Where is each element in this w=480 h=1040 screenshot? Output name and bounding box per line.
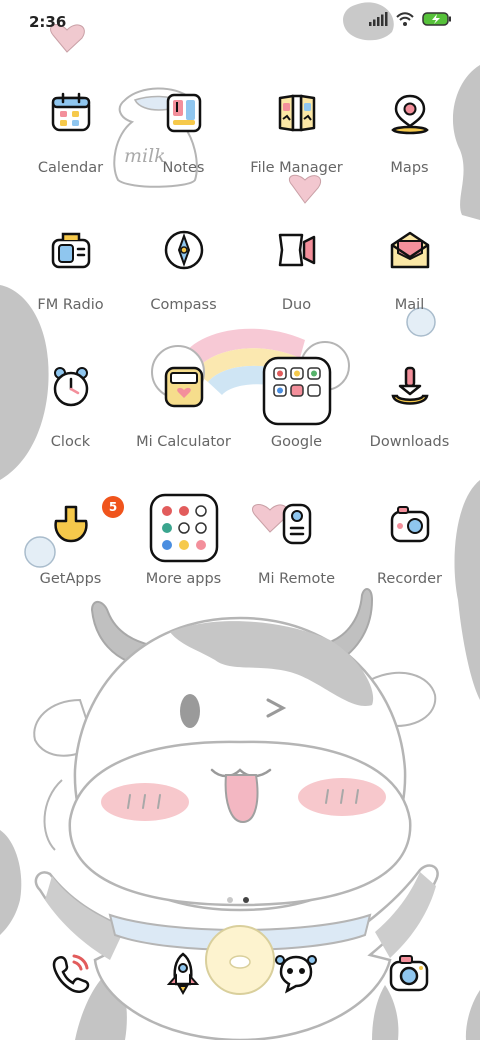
more-apps-folder-icon	[149, 493, 219, 563]
camera-icon	[389, 955, 429, 992]
app-label: Mi Remote	[257, 571, 336, 587]
dock-camera[interactable]	[386, 950, 432, 996]
app-duo[interactable]: Duo	[240, 227, 353, 337]
notification-badge: 5	[102, 496, 124, 518]
app-getapps[interactable]: 5 GetApps	[14, 496, 127, 611]
dock-rocket[interactable]	[160, 950, 206, 996]
google-folder-icon	[262, 356, 332, 426]
app-label: Mi Calculator	[136, 434, 231, 450]
app-label: Recorder	[377, 571, 442, 587]
calculator-icon	[161, 364, 207, 410]
app-calendar[interactable]: Calendar	[14, 90, 127, 200]
dock	[0, 950, 480, 1006]
dock-phone[interactable]	[48, 950, 94, 996]
app-mail[interactable]: Mail	[353, 227, 466, 337]
map-pin-icon	[387, 90, 433, 136]
home-screen: milk 2:36 Calendar Notes File Manager Ma…	[0, 0, 480, 1040]
app-label: Compass	[150, 297, 217, 313]
battery-charging-icon	[422, 12, 452, 31]
remote-icon	[274, 501, 320, 547]
getapps-icon	[48, 501, 94, 547]
page-indicator[interactable]	[227, 897, 249, 903]
app-label: Downloads	[369, 434, 450, 450]
app-recorder[interactable]: Recorder	[353, 501, 466, 611]
status-bar: 2:36	[0, 0, 480, 44]
app-label: More apps	[145, 571, 222, 587]
app-maps[interactable]: Maps	[353, 90, 466, 200]
app-google-folder[interactable]: Google	[240, 356, 353, 474]
app-fm-radio[interactable]: FM Radio	[14, 227, 127, 337]
app-label: Clock	[50, 434, 91, 450]
dock-messages[interactable]	[273, 950, 319, 996]
app-label: Notes	[162, 160, 205, 176]
app-clock[interactable]: Clock	[14, 364, 127, 474]
app-mi-remote[interactable]: Mi Remote	[240, 501, 353, 611]
rocket-icon	[166, 952, 200, 996]
app-downloads[interactable]: Downloads	[353, 364, 466, 474]
app-mi-calculator[interactable]: Mi Calculator	[127, 364, 240, 474]
download-icon	[387, 364, 433, 410]
app-more-apps-folder[interactable]: More apps	[127, 493, 240, 611]
radio-icon	[48, 227, 94, 273]
app-label: Mail	[394, 297, 425, 313]
recorder-icon	[387, 501, 433, 547]
compass-icon	[161, 227, 207, 273]
app-notes[interactable]: Notes	[127, 90, 240, 200]
messages-icon	[275, 955, 317, 994]
app-file-manager[interactable]: File Manager	[240, 90, 353, 200]
notes-icon	[161, 90, 207, 136]
app-label: File Manager	[250, 160, 343, 176]
mail-icon	[387, 227, 433, 273]
app-compass[interactable]: Compass	[127, 227, 240, 337]
app-label: FM Radio	[37, 297, 104, 313]
video-icon	[274, 227, 320, 273]
status-time: 2:36	[29, 13, 67, 31]
clock-icon	[48, 364, 94, 410]
folder-icon	[274, 90, 320, 136]
app-label: Calendar	[37, 160, 104, 176]
page-dot[interactable]	[227, 897, 233, 903]
wifi-icon	[396, 12, 414, 31]
calendar-icon	[48, 90, 94, 136]
app-label: Maps	[390, 160, 429, 176]
signal-icon	[368, 12, 388, 31]
phone-icon	[52, 954, 90, 993]
page-dot-current[interactable]	[243, 897, 249, 903]
app-label: GetApps	[39, 571, 102, 587]
app-label: Google	[270, 434, 323, 450]
app-label: Duo	[281, 297, 312, 313]
